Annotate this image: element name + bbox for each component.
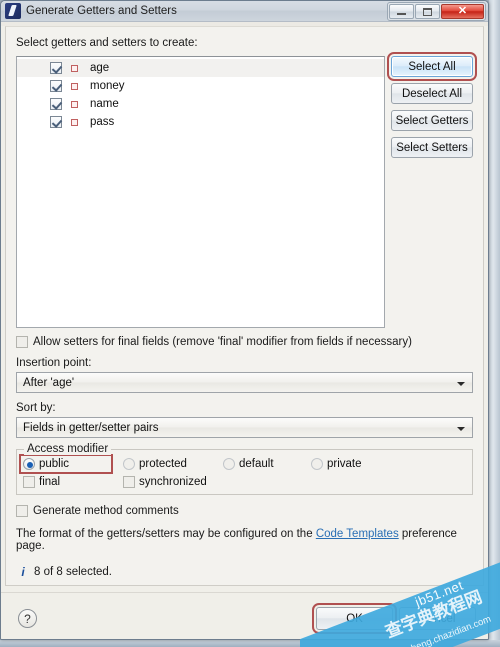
chevron-down-icon [457,382,465,386]
checkbox-icon[interactable] [50,98,62,110]
field-icon [71,82,78,90]
checkbox-icon[interactable] [50,116,62,128]
access-modifier-title: Access modifier [24,443,112,455]
checkbox-icon[interactable] [123,476,135,488]
selection-buttons: Select All Deselect All Select Getters S… [387,52,477,164]
insertion-point-value: After 'age' [23,376,75,389]
radio-protected-label: protected [139,458,187,470]
checkbox-icon[interactable] [16,336,28,348]
status-row: i 8 of 8 selected. [16,565,473,579]
dialog-client-area: Select getters and setters to create: ag… [1,26,488,639]
radio-icon[interactable] [23,458,35,470]
radio-private-label: private [327,458,362,470]
list-item[interactable]: money [17,77,384,95]
checkbox-icon[interactable] [23,476,35,488]
title-bar[interactable]: Generate Getters and Setters ✕ [1,1,488,22]
generate-comments-label: Generate method comments [33,505,179,517]
select-all-button[interactable]: Select All [387,52,477,81]
sort-by-value: Fields in getter/setter pairs [23,421,159,434]
chevron-down-icon [457,427,465,431]
list-item-label: pass [90,116,115,128]
list-item-label: name [90,98,119,110]
sort-by-select[interactable]: Fields in getter/setter pairs [16,417,473,438]
dialog-actions: OK Cancel [310,603,476,634]
select-getters-button[interactable]: Select Getters [391,110,473,131]
checkbox-icon[interactable] [16,505,28,517]
desktop-background-right [489,0,500,647]
checkbox-final-label: final [39,476,61,488]
radio-default-label: default [239,458,274,470]
dialog-body: Select getters and setters to create: ag… [5,26,484,586]
radio-public-label: public [39,458,70,470]
access-modifier-group: Access modifier public protected default [16,443,473,495]
field-icon [71,100,78,108]
minimize-icon [397,13,406,15]
maximize-button[interactable] [415,4,440,19]
generate-getters-setters-dialog: Generate Getters and Setters ✕ Select ge… [0,0,489,640]
field-icon [71,118,78,126]
code-templates-link[interactable]: Code Templates [316,528,399,540]
code-templates-hint: The format of the getters/setters may be… [16,528,473,552]
help-button[interactable]: ? [18,609,37,628]
radio-icon[interactable] [223,458,235,470]
hint-prefix: The format of the getters/setters may be… [16,528,316,540]
minimize-button[interactable] [389,4,414,19]
ok-button[interactable]: OK [312,603,397,634]
window-controls: ✕ [387,2,486,21]
generate-comments-row[interactable]: Generate method comments [16,505,473,517]
access-modifier-radios: public protected default private [19,454,466,474]
checkbox-icon[interactable] [50,80,62,92]
radio-icon[interactable] [123,458,135,470]
maximize-icon [423,7,432,16]
insertion-point-select[interactable]: After 'age' [16,372,473,393]
window-title: Generate Getters and Setters [26,5,177,17]
checkbox-synchronized[interactable]: synchronized [123,476,207,488]
list-item-label: money [90,80,125,92]
list-label: Select getters and setters to create: [16,37,198,49]
radio-public[interactable]: public [19,454,113,474]
checkbox-synchronized-label: synchronized [139,476,207,488]
dialog-button-bar: ? OK Cancel [1,592,488,639]
select-setters-button[interactable]: Select Setters [391,137,473,158]
radio-protected[interactable]: protected [123,458,223,470]
deselect-all-button[interactable]: Deselect All [391,83,473,104]
checkbox-final[interactable]: final [23,476,123,488]
fields-list[interactable]: age money name pass [16,56,385,328]
close-button[interactable]: ✕ [441,4,484,19]
radio-icon[interactable] [311,458,323,470]
status-text: 8 of 8 selected. [34,566,112,578]
cancel-button[interactable]: Cancel [399,607,476,630]
checkbox-icon[interactable] [50,62,62,74]
desktop-background-bottom [0,640,500,647]
eclipse-icon [5,3,21,19]
fields-and-actions-row: age money name pass Select All Deselect … [16,52,477,328]
radio-private[interactable]: private [311,458,362,470]
list-item[interactable]: age [17,59,384,77]
allow-final-setters-row[interactable]: Allow setters for final fields (remove '… [16,336,473,348]
list-item[interactable]: pass [17,113,384,131]
list-item-label: age [90,62,110,74]
allow-final-setters-label: Allow setters for final fields (remove '… [33,336,412,348]
info-icon: i [21,565,25,579]
sort-by-label: Sort by: [16,402,56,414]
list-item[interactable]: name [17,95,384,113]
field-icon [71,64,78,72]
access-modifier-checkboxes: final synchronized [23,476,466,488]
radio-default[interactable]: default [223,458,311,470]
insertion-point-label: Insertion point: [16,357,92,369]
